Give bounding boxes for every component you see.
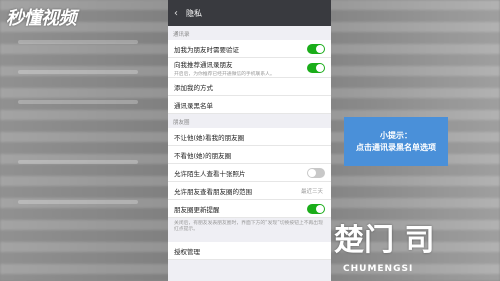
- strangers-toggle[interactable]: [307, 167, 325, 178]
- tip-title: 小提示：: [380, 130, 412, 140]
- setting-label: 允许陌生人查看十张照片: [174, 169, 246, 178]
- setting-label: 向我推荐通讯录朋友: [174, 60, 233, 69]
- section-header-moments: 朋友圈: [173, 120, 190, 126]
- setting-label: 允许朋友查看朋友圈的范围: [174, 187, 252, 196]
- setting-not-see[interactable]: 不看他(她)的朋友圈: [168, 146, 331, 164]
- setting-recommend[interactable]: 向我推荐通讯录朋友 开启后，为你推荐已经开通微信的手机联系人。: [168, 58, 331, 78]
- brand-logo: 楚门 司: [334, 226, 434, 256]
- setting-label: 不看他(她)的朋友圈: [174, 151, 232, 160]
- background-line: [18, 100, 138, 104]
- setting-value: 最近三天: [300, 188, 323, 195]
- setting-blacklist[interactable]: 通讯录黑名单: [168, 96, 331, 114]
- background-line: [18, 70, 138, 74]
- page-title: 隐私: [186, 8, 202, 18]
- setting-update-remind[interactable]: 朋友圈更新提醒: [168, 200, 331, 218]
- setting-note: 关闭后，有朋友发表朋友圈时，界面下方的“发现”切换按钮上不再出现红点提示。: [174, 221, 323, 232]
- setting-label: 不让他(她)看我的朋友圈: [174, 133, 245, 142]
- phone-screen: ‹ 隐私 通讯录 加我为朋友时需要验证 向我推荐通讯录朋友 开启后，为你推荐已经…: [168, 0, 331, 281]
- setting-description: 开启后，为你推荐已经开通微信的手机联系人。: [174, 71, 275, 77]
- watermark-logo: 秒懂视频: [6, 8, 77, 29]
- setting-label: 授权管理: [174, 247, 200, 256]
- setting-verify-add[interactable]: 加我为朋友时需要验证: [168, 40, 331, 58]
- setting-add-methods[interactable]: 添加我的方式: [168, 78, 331, 96]
- setting-hide-from[interactable]: 不让他(她)看我的朋友圈: [168, 128, 331, 146]
- update-remind-toggle[interactable]: [307, 203, 325, 214]
- back-arrow-icon[interactable]: ‹: [174, 8, 186, 19]
- background-line: [18, 200, 138, 204]
- setting-label: 通讯录黑名单: [174, 101, 213, 110]
- setting-strangers[interactable]: 允许陌生人查看十张照片: [168, 164, 331, 182]
- setting-authorize[interactable]: 授权管理: [168, 242, 331, 260]
- background-line: [18, 40, 138, 44]
- setting-visible-range[interactable]: 允许朋友查看朋友圈的范围 最近三天: [168, 182, 331, 200]
- verify-add-toggle[interactable]: [307, 43, 325, 54]
- brand-logo-mark: 楚门 司: [334, 223, 435, 258]
- setting-label: 朋友圈更新提醒: [174, 205, 220, 214]
- setting-label: 添加我的方式: [174, 83, 213, 92]
- background-line: [18, 160, 138, 164]
- tip-box: 小提示： 点击通讯录黑名单选项: [344, 117, 448, 166]
- tip-body: 点击通讯录黑名单选项: [356, 142, 436, 152]
- recommend-toggle[interactable]: [307, 63, 325, 73]
- setting-label: 加我为朋友时需要验证: [174, 45, 239, 54]
- brand-logo-text: CHUMENGSI: [343, 264, 414, 274]
- section-header-contacts: 通讯录: [173, 32, 190, 38]
- title-bar: ‹ 隐私: [168, 0, 331, 26]
